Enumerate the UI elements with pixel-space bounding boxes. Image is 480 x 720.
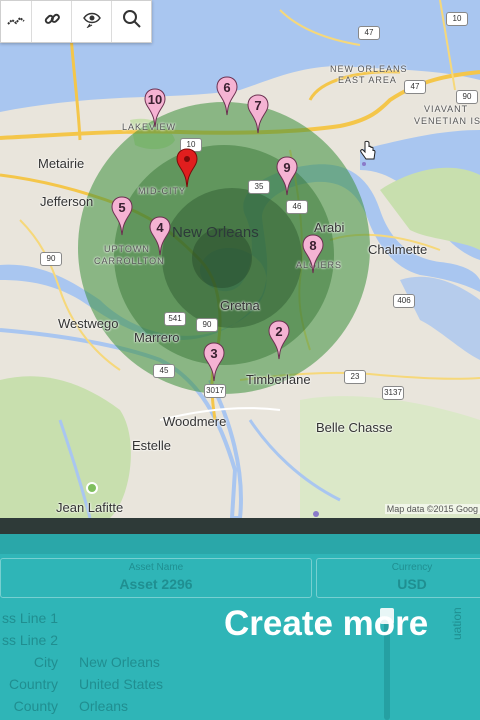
view-tool[interactable] (72, 1, 112, 42)
label-new-orleans-east: NEW ORLEANS (330, 64, 408, 74)
panel-divider (0, 518, 480, 534)
label-venetian-isle: VENETIAN ISLE (414, 116, 480, 126)
pin-label: 9 (283, 160, 291, 175)
asset-name-label: Asset Name (128, 562, 184, 573)
pin-label: 7 (254, 98, 262, 113)
label-metairie: Metairie (38, 156, 85, 171)
county-value[interactable]: Orleans (79, 698, 128, 714)
label-timberlane: Timberlane (246, 372, 311, 387)
route-shield: 541 (164, 312, 186, 326)
city-label: City (33, 654, 58, 670)
pin-label: 8 (309, 238, 317, 253)
label-westwego: Westwego (58, 316, 119, 331)
asset-pin[interactable]: 9 (276, 156, 298, 196)
panel-header-strip (0, 534, 480, 554)
route-shield: 47 (404, 80, 426, 94)
route-shield: 35 (248, 180, 270, 194)
pin-label: 3 (210, 346, 218, 361)
label-belle-chasse: Belle Chasse (316, 420, 393, 435)
label-woodmere: Woodmere (163, 414, 227, 429)
pin-label: 2 (275, 324, 283, 339)
label-jean-lafitte: Jean Lafitte (56, 500, 124, 515)
promo-headline: Create more (224, 604, 429, 643)
selected-asset-pin[interactable] (176, 148, 198, 188)
label-estelle: Estelle (132, 438, 172, 453)
country-label: Country (8, 676, 58, 692)
asset-pin[interactable]: 6 (216, 76, 238, 116)
route-shield: 10 (446, 12, 468, 26)
label-marrero: Marrero (134, 330, 180, 345)
label-jefferson: Jefferson (40, 194, 94, 209)
label-gretna: Gretna (220, 298, 260, 313)
route-shield: 46 (286, 200, 308, 214)
link-tool[interactable] (32, 1, 72, 42)
route-shield: 90 (196, 318, 218, 332)
map-view[interactable]: Metairie Jefferson LAKEVIEW MID-CITY UPT… (0, 0, 480, 518)
asset-pin[interactable]: 8 (302, 234, 324, 274)
label-uptown: UPTOWN (104, 244, 150, 254)
hand-cursor-icon (359, 140, 377, 167)
polyline-icon (7, 13, 25, 31)
city-value[interactable]: New Orleans (79, 654, 160, 670)
route-shield: 406 (393, 294, 415, 308)
label-east-area: EAST AREA (338, 75, 397, 85)
route-shield: 3137 (382, 386, 404, 400)
pin-label: 10 (147, 92, 163, 107)
pin-label: 5 (118, 200, 126, 215)
asset-pin[interactable]: 10 (144, 88, 166, 128)
link-icon (43, 10, 61, 33)
label-carrollton: CARROLLTON (94, 256, 165, 266)
asset-name-field[interactable]: Asset Name Asset 2296 (0, 558, 312, 598)
label-new-orleans: New Orleans (172, 224, 259, 241)
route-shield: 90 (456, 90, 478, 104)
polyline-tool[interactable] (1, 1, 32, 42)
map-toolbar (0, 0, 152, 43)
asset-name-value: Asset 2296 (119, 576, 193, 592)
address-line2-label: ss Line 2 (1, 632, 58, 648)
address-line1-label: ss Line 1 (1, 610, 58, 626)
search-tool[interactable] (112, 1, 151, 42)
pin-label: 6 (223, 80, 231, 95)
label-viavant: VIAVANT (424, 104, 469, 114)
asset-pin[interactable]: 5 (111, 196, 133, 236)
asset-pin[interactable]: 2 (268, 320, 290, 360)
map-base (0, 0, 480, 518)
route-shield: 90 (40, 252, 62, 266)
route-shield: 23 (344, 370, 366, 384)
label-chalmette: Chalmette (368, 242, 428, 257)
side-tab-label: uation (450, 607, 464, 640)
asset-pin[interactable]: 4 (149, 216, 171, 256)
route-shield: 3017 (204, 384, 226, 398)
map-attribution: Map data ©2015 Goog (384, 504, 480, 514)
county-label: County (13, 698, 58, 714)
pin-label: 4 (156, 220, 164, 235)
country-value[interactable]: United States (79, 676, 163, 692)
search-icon (122, 9, 142, 34)
asset-pin[interactable]: 7 (247, 94, 269, 134)
asset-pin[interactable]: 3 (203, 342, 225, 382)
eye-icon (82, 10, 102, 33)
label-arabi: Arabi (314, 220, 345, 235)
route-shield: 47 (358, 26, 380, 40)
route-shield: 45 (153, 364, 175, 378)
